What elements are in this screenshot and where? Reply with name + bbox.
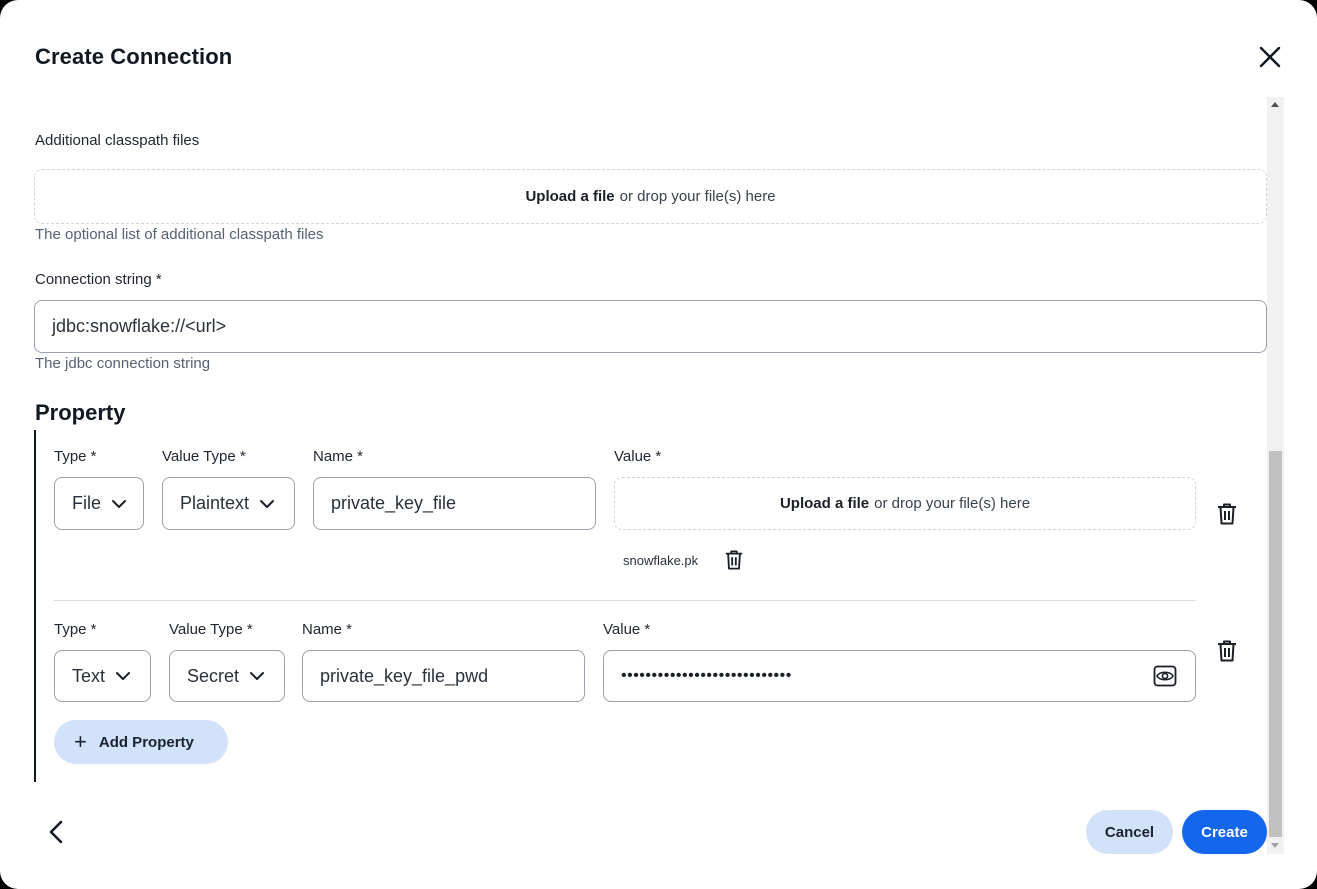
classpath-upload-text: or drop your file(s) here [619,188,776,205]
create-connection-dialog: Create Connection Additional classpath f… [0,0,1317,889]
property-row-divider [54,600,1196,601]
property-section-bar [34,430,36,782]
classpath-help: The optional list of additional classpat… [35,226,324,243]
scrollbar-thumb[interactable] [1269,451,1282,837]
create-button[interactable]: Create [1182,810,1267,854]
row1-value-type-value: Plaintext [180,493,250,513]
row2-value-type-value: Secret [187,665,240,686]
file-trash-icon[interactable] [724,549,744,571]
chevron-down-icon [112,499,127,508]
connection-string-input[interactable]: jdbc:snowflake://<url> [34,300,1267,353]
connection-string-label: Connection string * [35,271,162,288]
row1-type-value: File [72,493,102,513]
classpath-upload-link[interactable]: Upload a file [525,188,614,205]
row1-value-label: Value * [614,448,662,465]
add-property-button[interactable]: + Add Property [54,720,228,764]
row1-upload-link[interactable]: Upload a file [780,495,869,512]
row2-name-value: private_key_file_pwd [320,665,489,686]
row2-value-label: Value * [603,621,651,638]
eye-icon[interactable] [1153,664,1177,688]
row1-value-type-label: Value Type * [162,448,246,465]
row2-secret-value-input[interactable]: •••••••••••••••••••••••••••• [603,650,1196,702]
row1-name-value: private_key_file [331,493,457,513]
scroll-down-arrow-icon[interactable] [1271,843,1279,848]
close-icon[interactable] [1254,41,1286,73]
row2-value-type-select[interactable]: Secret [169,650,285,702]
add-property-label: Add Property [98,733,194,751]
plus-icon: + [74,729,87,754]
row1-value-type-select[interactable]: Plaintext [162,477,295,530]
row1-type-select[interactable]: File [54,477,144,530]
row2-masked-value: •••••••••••••••••••••••••••• [621,667,792,684]
row2-type-value: Text [72,665,106,686]
row2-type-select[interactable]: Text [54,650,151,702]
chevron-left-icon[interactable] [44,818,70,846]
row1-name-input[interactable]: private_key_file [313,477,596,530]
row2-name-label: Name * [302,621,353,638]
row1-upload-text: or drop your file(s) here [874,495,1031,512]
row2-delete-trash-icon[interactable] [1216,639,1238,663]
property-section-title: Property [35,400,126,425]
dialog-title: Create Connection [35,44,233,69]
chevron-down-icon [116,672,131,680]
classpath-dropzone[interactable]: Upload a file or drop your file(s) here [34,169,1267,224]
chevron-down-icon [250,672,265,680]
connection-string-value: jdbc:snowflake://<url> [52,316,227,336]
row1-type-label: Type * [54,448,97,465]
row1-uploaded-file-name: snowflake.pk [623,553,699,568]
chevron-down-icon [260,499,275,508]
row2-name-input[interactable]: private_key_file_pwd [302,650,585,702]
row1-value-dropzone[interactable]: Upload a file or drop your file(s) here [614,477,1196,530]
scroll-up-arrow-icon[interactable] [1271,102,1279,107]
cancel-button[interactable]: Cancel [1086,810,1173,854]
classpath-label: Additional classpath files [35,132,200,149]
row2-type-label: Type * [54,621,97,638]
row1-delete-trash-icon[interactable] [1216,502,1238,526]
row2-value-type-label: Value Type * [169,621,253,638]
connection-string-help: The jdbc connection string [35,355,211,372]
row1-name-label: Name * [313,448,364,465]
